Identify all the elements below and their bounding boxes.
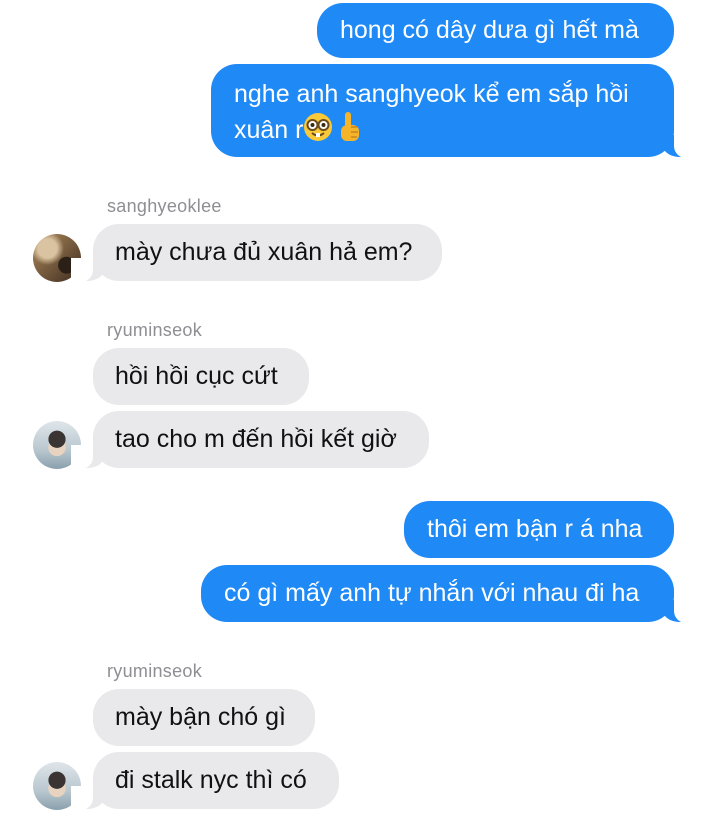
message-text-line-1: nghe anh sanghyeok kể em sắp hồi <box>234 80 629 108</box>
message-text: có gì mấy anh tự nhắn với nhau đi ha <box>224 579 640 607</box>
outgoing-message[interactable]: thôi em bận r á nha <box>404 501 674 558</box>
incoming-message[interactable]: tao cho m đến hồi kết giờ <box>71 411 429 469</box>
message-text: mày bận chó gì <box>115 703 286 731</box>
message-text: tao cho m đến hồi kết giờ <box>115 425 397 453</box>
incoming-message[interactable]: hồi hồi cục cứt <box>93 348 309 405</box>
outgoing-message[interactable]: hong có dây dưa gì hết mà <box>317 3 674 58</box>
incoming-message[interactable]: mày chưa đủ xuân hả em? <box>71 224 442 282</box>
index-pointing-up-emoji <box>337 111 363 152</box>
message-text: mày chưa đủ xuân hả em? <box>115 238 413 266</box>
message-text: đi stalk nyc thì có <box>115 766 307 794</box>
message-text-line-2: xuân r <box>234 116 304 145</box>
nerd-face-emoji <box>303 112 333 151</box>
incoming-message[interactable]: đi stalk nyc thì có <box>71 752 339 810</box>
sender-name: ryuminseok <box>107 661 203 681</box>
message-text: thôi em bận r á nha <box>427 515 643 543</box>
outgoing-message[interactable]: có gì mấy anh tự nhắn với nhau đi ha <box>201 565 696 623</box>
sender-name: sanghyeoklee <box>107 196 222 216</box>
message-text: hồi hồi cục cứt <box>115 362 278 390</box>
message-text: hong có dây dưa gì hết mà <box>340 16 639 44</box>
incoming-message[interactable]: mày bận chó gì <box>93 689 315 746</box>
outgoing-message[interactable]: nghe anh sanghyeok kể em sắp hồi xuân r <box>211 64 696 158</box>
sender-name: ryuminseok <box>107 320 203 340</box>
